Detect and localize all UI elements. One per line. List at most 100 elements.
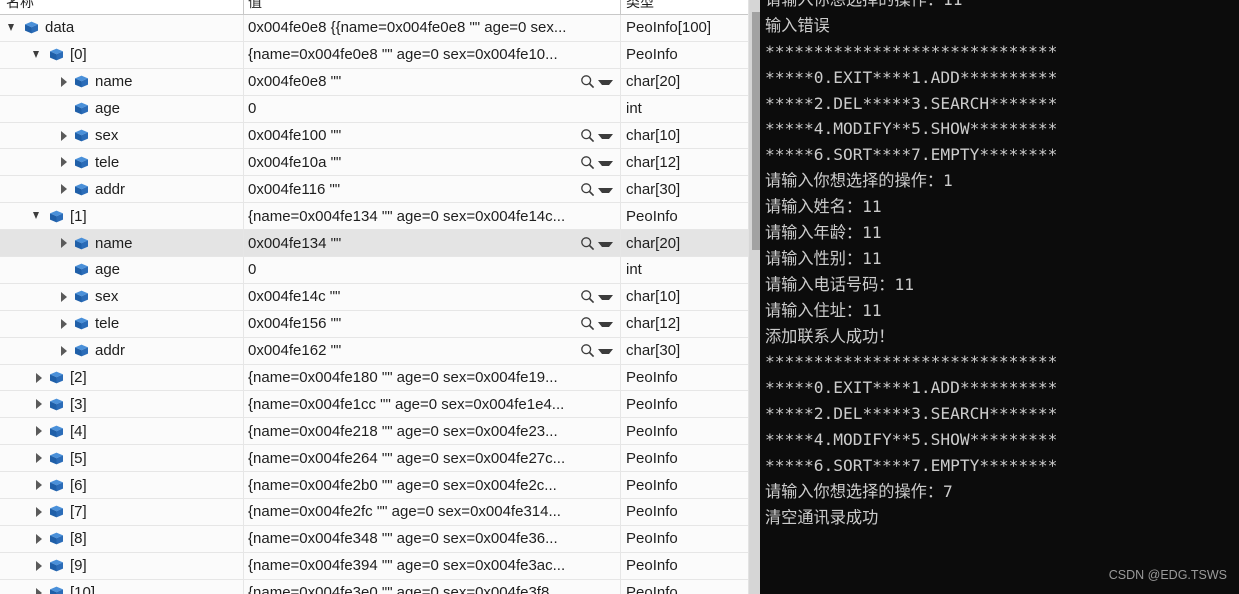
table-row[interactable]: [2] {name=0x004fe180 "" age=0 sex=0x004fe… — [0, 364, 748, 392]
chevron-down-icon[interactable] — [598, 241, 613, 247]
row-value-cell[interactable]: 0x004fe134 "" — [248, 230, 578, 256]
watch-vertical-scrollbar[interactable] — [748, 0, 760, 594]
table-row[interactable]: sex 0x004fe100 "" char[10] — [0, 122, 748, 150]
search-icon[interactable] — [580, 236, 595, 251]
search-icon[interactable] — [580, 182, 595, 197]
table-row[interactable]: [5] {name=0x004fe264 "" age=0 sex=0x004fe… — [0, 445, 748, 473]
chevron-right-icon[interactable] — [33, 479, 45, 491]
table-row[interactable]: [6] {name=0x004fe2b0 "" age=0 sex=0x004fe… — [0, 472, 748, 500]
chevron-right-icon[interactable] — [33, 506, 45, 518]
row-name-cell[interactable]: [6] — [0, 472, 276, 498]
table-row[interactable]: [1] {name=0x004fe134 "" age=0 sex=0x004fe… — [0, 203, 748, 231]
row-name-cell[interactable]: [1] — [0, 203, 276, 229]
table-row[interactable]: [8] {name=0x004fe348 "" age=0 sex=0x004fe… — [0, 525, 748, 553]
row-name-cell[interactable]: [5] — [0, 445, 276, 471]
row-name-cell[interactable]: [10] — [0, 580, 276, 594]
row-value-cell[interactable]: 0x004fe0e8 {{name=0x004fe0e8 "" age=0 se… — [248, 15, 578, 41]
row-name-cell[interactable]: data — [0, 15, 251, 41]
row-value-cell[interactable]: {name=0x004fe264 "" age=0 sex=0x004fe27c… — [248, 445, 578, 471]
table-row[interactable]: data 0x004fe0e8 {{name=0x004fe0e8 "" age=… — [0, 15, 748, 42]
row-name-cell[interactable]: [7] — [0, 499, 276, 525]
row-value-cell[interactable]: 0x004fe10a "" — [248, 149, 578, 175]
row-value-cell[interactable]: {name=0x004fe1cc "" age=0 sex=0x004fe1e4… — [248, 391, 578, 417]
search-icon[interactable] — [580, 128, 595, 143]
row-value-cell[interactable]: {name=0x004fe394 "" age=0 sex=0x004fe3ac… — [248, 553, 578, 579]
row-name-cell[interactable]: [2] — [0, 365, 276, 391]
row-name-cell[interactable]: [9] — [0, 553, 276, 579]
search-icon[interactable] — [580, 74, 595, 89]
search-icon[interactable] — [580, 155, 595, 170]
row-value-cell[interactable]: 0x004fe100 "" — [248, 123, 578, 149]
table-row[interactable]: [10] {name=0x004fe3e0 "" age=0 sex=0x004f… — [0, 579, 748, 594]
search-icon[interactable] — [580, 289, 595, 304]
chevron-right-icon[interactable] — [58, 76, 70, 88]
row-value-cell[interactable]: 0x004fe14c "" — [248, 284, 578, 310]
chevron-down-icon[interactable] — [33, 49, 45, 61]
chevron-right-icon[interactable] — [58, 318, 70, 330]
chevron-right-icon[interactable] — [33, 425, 45, 437]
table-row[interactable]: [9] {name=0x004fe394 "" age=0 sex=0x004fe… — [0, 552, 748, 580]
table-row[interactable]: [7] {name=0x004fe2fc "" age=0 sex=0x004fe… — [0, 499, 748, 526]
row-value-cell[interactable]: 0 — [248, 96, 578, 122]
row-value-cell[interactable]: {name=0x004fe218 "" age=0 sex=0x004fe23.… — [248, 418, 578, 444]
chevron-down-icon[interactable] — [598, 322, 613, 328]
column-header-name[interactable]: 名称 — [6, 0, 34, 12]
row-name-cell[interactable]: [3] — [0, 391, 276, 417]
chevron-right-icon[interactable] — [33, 398, 45, 410]
chevron-right-icon[interactable] — [33, 452, 45, 464]
table-row[interactable]: name 0x004fe134 "" char[20] — [0, 230, 748, 258]
chevron-down-icon[interactable] — [598, 80, 613, 86]
console-output-panel[interactable]: 请输入你想选择的操作：11 输入错误 ***********************… — [760, 0, 1239, 594]
row-value-cell[interactable]: {name=0x004fe180 "" age=0 sex=0x004fe19.… — [248, 365, 578, 391]
chevron-right-icon[interactable] — [33, 587, 45, 594]
table-row[interactable]: [0] {name=0x004fe0e8 "" age=0 sex=0x004fe… — [0, 41, 748, 69]
search-icon[interactable] — [580, 343, 595, 358]
row-value-cell[interactable]: {name=0x004fe348 "" age=0 sex=0x004fe36.… — [248, 526, 578, 552]
column-header-value[interactable]: 值 — [248, 0, 262, 12]
row-name-cell[interactable]: [4] — [0, 418, 276, 444]
chevron-down-icon[interactable] — [598, 295, 613, 301]
table-row[interactable]: addr 0x004fe116 "" char[30] — [0, 176, 748, 204]
row-value-cell[interactable]: 0x004fe0e8 "" — [248, 69, 578, 95]
chevron-right-icon[interactable] — [58, 183, 70, 195]
column-header-type[interactable]: 类型 — [626, 0, 654, 12]
chevron-down-icon[interactable] — [598, 187, 613, 193]
table-row[interactable]: sex 0x004fe14c "" char[10] — [0, 283, 748, 311]
row-value-cell[interactable]: {name=0x004fe2b0 "" age=0 sex=0x004fe2c.… — [248, 472, 578, 498]
chevron-down-icon[interactable] — [598, 160, 613, 166]
row-name-cell[interactable]: [8] — [0, 526, 276, 552]
table-row[interactable]: addr 0x004fe162 "" char[30] — [0, 337, 748, 365]
row-value-cell[interactable]: {name=0x004fe3e0 "" age=0 sex=0x004fe3f8… — [248, 580, 578, 594]
table-row[interactable]: tele 0x004fe10a "" char[12] — [0, 149, 748, 177]
chevron-right-icon[interactable] — [58, 237, 70, 249]
row-value-cell[interactable]: 0x004fe116 "" — [248, 176, 578, 202]
table-row[interactable]: [3] {name=0x004fe1cc "" age=0 sex=0x004fe… — [0, 391, 748, 419]
search-icon[interactable] — [580, 316, 595, 331]
chevron-right-icon[interactable] — [58, 291, 70, 303]
column-divider-value-type[interactable] — [620, 0, 621, 14]
row-value-cell[interactable]: {name=0x004fe134 "" age=0 sex=0x004fe14c… — [248, 203, 578, 229]
watch-vertical-scrollbar-thumb[interactable] — [752, 12, 760, 250]
column-divider-name-value[interactable] — [243, 0, 244, 14]
row-value-cell[interactable]: 0x004fe156 "" — [248, 311, 578, 337]
row-name-cell[interactable]: [0] — [0, 42, 276, 68]
chevron-down-icon[interactable] — [8, 22, 20, 34]
chevron-right-icon[interactable] — [58, 130, 70, 142]
row-value-cell[interactable]: {name=0x004fe0e8 "" age=0 sex=0x004fe10.… — [248, 42, 578, 68]
chevron-down-icon[interactable] — [598, 134, 613, 139]
table-row[interactable]: tele 0x004fe156 "" char[12] — [0, 310, 748, 338]
row-value-cell[interactable]: 0x004fe162 "" — [248, 338, 578, 364]
table-row[interactable]: name 0x004fe0e8 "" char[20] — [0, 68, 748, 96]
chevron-right-icon[interactable] — [58, 156, 70, 168]
row-value-cell[interactable]: {name=0x004fe2fc "" age=0 sex=0x004fe314… — [248, 499, 578, 525]
chevron-down-icon[interactable] — [33, 210, 45, 222]
chevron-right-icon[interactable] — [58, 345, 70, 357]
chevron-right-icon[interactable] — [33, 533, 45, 545]
table-row[interactable]: age 0 int — [0, 257, 748, 284]
chevron-right-icon[interactable] — [33, 560, 45, 572]
chevron-down-icon[interactable] — [598, 349, 613, 355]
row-value-cell[interactable]: 0 — [248, 257, 578, 283]
table-row[interactable]: [4] {name=0x004fe218 "" age=0 sex=0x004fe… — [0, 418, 748, 446]
table-row[interactable]: age 0 int — [0, 95, 748, 123]
chevron-right-icon[interactable] — [33, 372, 45, 384]
